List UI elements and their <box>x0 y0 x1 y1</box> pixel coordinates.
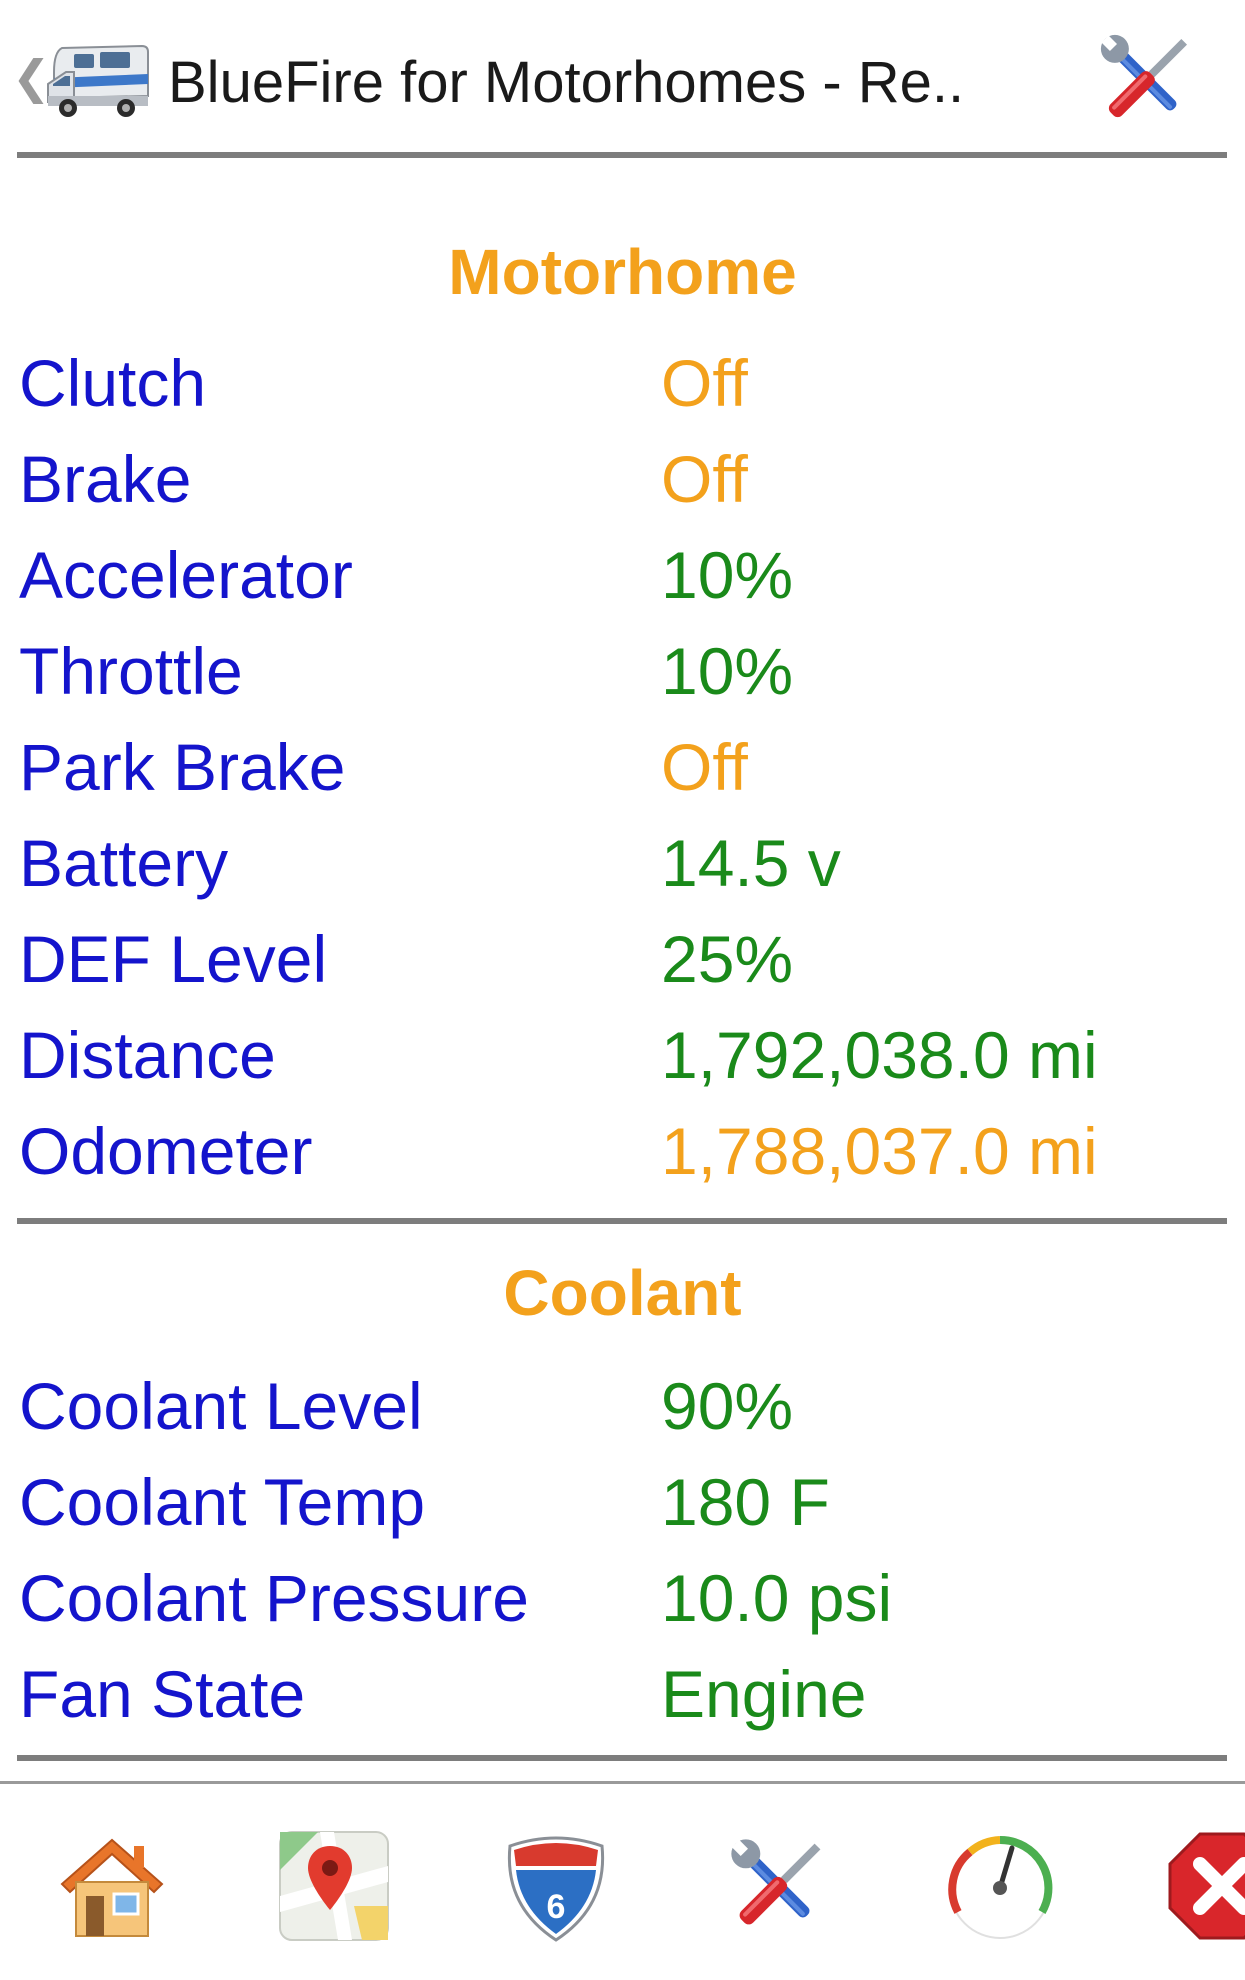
row-label: Battery <box>19 826 229 900</box>
divider <box>17 1755 1227 1761</box>
app-title: BlueFire for Motorhomes - Re.. <box>168 50 965 115</box>
close-icon[interactable] <box>1162 1826 1245 1946</box>
divider <box>17 152 1227 158</box>
data-row-coolant-temp: Coolant Temp 180 F <box>0 1454 1245 1550</box>
data-row-distance: Distance 1,792,038.0 mi <box>0 1007 1245 1103</box>
tools-icon[interactable] <box>1088 22 1204 138</box>
data-row-throttle: Throttle 10% <box>0 623 1245 719</box>
row-label: DEF Level <box>19 922 328 996</box>
header-bar: ❮ BlueFire for Motorhomes - Re.. <box>0 0 1245 170</box>
tools-icon[interactable] <box>718 1826 838 1946</box>
row-label: Brake <box>19 442 192 516</box>
shield-number: 6 <box>547 1888 566 1926</box>
row-value: Engine <box>661 1657 867 1731</box>
row-label: Clutch <box>19 346 207 420</box>
data-row-clutch: Clutch Off <box>0 335 1245 431</box>
map-icon[interactable] <box>274 1826 394 1946</box>
row-value: 90% <box>661 1369 794 1443</box>
row-value: 14.5 v <box>661 826 841 900</box>
home-icon[interactable] <box>52 1826 172 1946</box>
row-value: 180 F <box>661 1465 830 1539</box>
row-value: 25% <box>661 922 794 996</box>
row-value: Off <box>661 346 748 420</box>
gauge-icon[interactable] <box>940 1826 1060 1946</box>
data-row-def-level: DEF Level 25% <box>0 911 1245 1007</box>
row-value: 1,792,038.0 mi <box>661 1018 1098 1092</box>
data-row-accelerator: Accelerator 10% <box>0 527 1245 623</box>
section-title-coolant: Coolant <box>503 1257 742 1329</box>
data-row-brake: Brake Off <box>0 431 1245 527</box>
row-label: Odometer <box>19 1114 313 1188</box>
data-row-coolant-level: Coolant Level 90% <box>0 1358 1245 1454</box>
row-value: Off <box>661 442 748 516</box>
row-value: 10% <box>661 538 794 612</box>
motorhome-icon[interactable] <box>44 38 152 122</box>
row-label: Accelerator <box>19 538 353 612</box>
toolbar-divider <box>0 1781 1245 1784</box>
data-row-fan-state: Fan State Engine <box>0 1646 1245 1742</box>
interstate-shield-icon[interactable]: 6 <box>496 1826 616 1946</box>
row-label: Throttle <box>19 634 243 708</box>
row-label: Fan State <box>19 1657 306 1731</box>
row-label: Coolant Temp <box>19 1465 426 1539</box>
row-value: 1,788,037.0 mi <box>661 1114 1098 1188</box>
data-row-battery: Battery 14.5 v <box>0 815 1245 911</box>
row-label: Park Brake <box>19 730 346 804</box>
section-title-motorhome: Motorhome <box>448 236 797 308</box>
row-value: Off <box>661 730 748 804</box>
data-row-park-brake: Park Brake Off <box>0 719 1245 815</box>
row-label: Coolant Pressure <box>19 1561 529 1635</box>
data-row-odometer: Odometer 1,788,037.0 mi <box>0 1103 1245 1199</box>
divider <box>17 1218 1227 1224</box>
row-value: 10.0 psi <box>661 1561 893 1635</box>
row-label: Distance <box>19 1018 276 1092</box>
data-row-coolant-pressure: Coolant Pressure 10.0 psi <box>0 1550 1245 1646</box>
row-value: 10% <box>661 634 794 708</box>
row-label: Coolant Level <box>19 1369 423 1443</box>
